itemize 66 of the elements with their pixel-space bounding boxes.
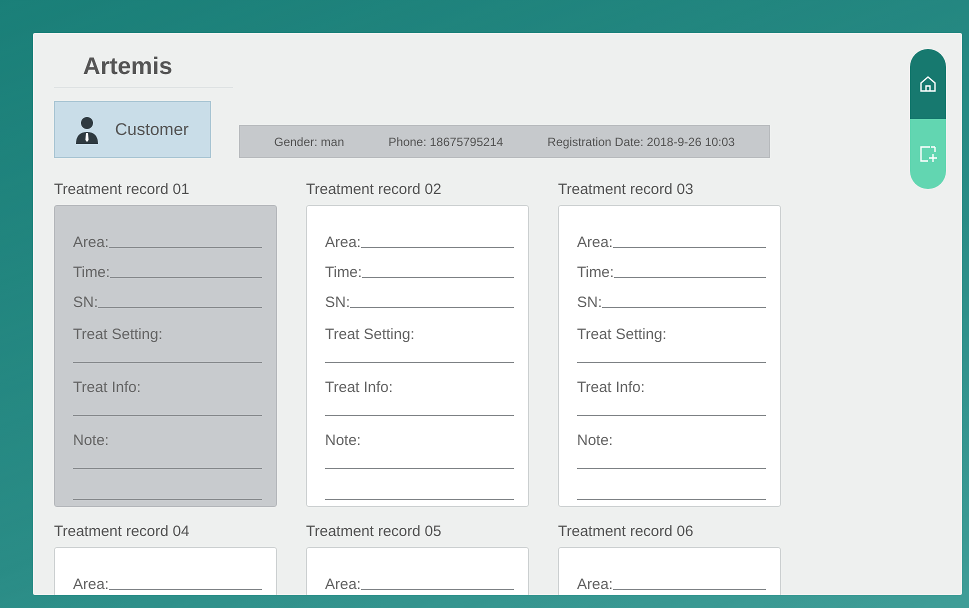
home-button[interactable]	[910, 49, 946, 119]
record-card[interactable]: Area: Time: SN: Treat Setting: Treat Info: Note:	[558, 205, 781, 507]
info-text: Phone: 18675795214	[388, 134, 504, 148]
fill-in-line[interactable]	[577, 362, 766, 363]
info-text: Registration Date: 2018-9-26 10:03	[547, 134, 735, 148]
customer-button[interactable]: Customer	[54, 101, 211, 158]
record-title: Treatment record 04	[54, 523, 190, 542]
field-label: Note:	[325, 432, 362, 450]
record-title: Treatment record 02	[306, 181, 442, 200]
fill-in-line[interactable]	[360, 247, 514, 248]
field-label: Time:	[577, 264, 614, 282]
person-icon	[75, 116, 99, 144]
fill-in-line[interactable]	[325, 499, 514, 500]
record-title: Treatment record 03	[558, 181, 694, 200]
field-label: Treat Info:	[325, 379, 394, 397]
record-title: Treatment record 01	[54, 181, 190, 200]
fill-in-line[interactable]	[73, 362, 262, 363]
fill-in-line[interactable]	[577, 499, 766, 500]
fill-in-line[interactable]	[110, 277, 262, 278]
info-text: Gender: man	[274, 134, 344, 148]
field-label: Treat Info:	[73, 379, 142, 397]
fill-in-line[interactable]	[325, 415, 514, 416]
fill-in-line[interactable]	[98, 307, 262, 308]
field-label: Treat Setting:	[73, 326, 164, 344]
fill-in-line[interactable]	[612, 589, 766, 590]
field-label: Note:	[73, 432, 110, 450]
fill-in-line[interactable]	[360, 589, 514, 590]
field-label: Area:	[73, 234, 109, 252]
field-label: Area:	[325, 576, 361, 594]
fill-in-line[interactable]	[602, 307, 766, 308]
record-card[interactable]: Area:	[306, 547, 529, 595]
fill-in-line[interactable]	[350, 307, 514, 308]
field-label: SN:	[73, 294, 98, 312]
fill-in-line[interactable]	[73, 468, 262, 469]
record-card[interactable]: Area: Time: SN: Treat Setting: Treat Info: Note:	[306, 205, 529, 507]
home-icon	[918, 74, 938, 94]
record-title: Treatment record 06	[558, 523, 694, 542]
fill-in-line[interactable]	[108, 589, 262, 590]
app-title: Artemis	[54, 53, 233, 88]
fill-in-line[interactable]	[612, 247, 766, 248]
fill-in-line[interactable]	[325, 468, 514, 469]
fill-in-line[interactable]	[73, 415, 262, 416]
field-label: Area:	[577, 234, 613, 252]
field-label: SN:	[577, 294, 602, 312]
fill-in-line[interactable]	[73, 499, 262, 500]
field-label: Time:	[73, 264, 110, 282]
field-label: Area:	[577, 576, 613, 594]
record-card[interactable]: Area:	[558, 547, 781, 595]
fill-in-line[interactable]	[325, 362, 514, 363]
record-card[interactable]: Area: Time: SN: Treat Setting: Treat Info: Note:	[54, 205, 277, 507]
field-label: Note:	[577, 432, 614, 450]
fill-in-line[interactable]	[362, 277, 514, 278]
fill-in-line[interactable]	[614, 277, 766, 278]
field-label: Treat Setting:	[325, 326, 416, 344]
field-label: SN:	[325, 294, 350, 312]
field-label: Area:	[73, 576, 109, 594]
add-page-icon	[918, 144, 938, 164]
fill-in-line[interactable]	[577, 468, 766, 469]
field-label: Time:	[325, 264, 362, 282]
field-label: Treat Info:	[577, 379, 646, 397]
record-title: Treatment record 05	[306, 523, 442, 542]
fill-in-line[interactable]	[108, 247, 262, 248]
field-label: Treat Setting:	[577, 326, 668, 344]
fill-in-line[interactable]	[577, 415, 766, 416]
record-card[interactable]: Area:	[54, 547, 277, 595]
field-label: Area:	[325, 234, 361, 252]
